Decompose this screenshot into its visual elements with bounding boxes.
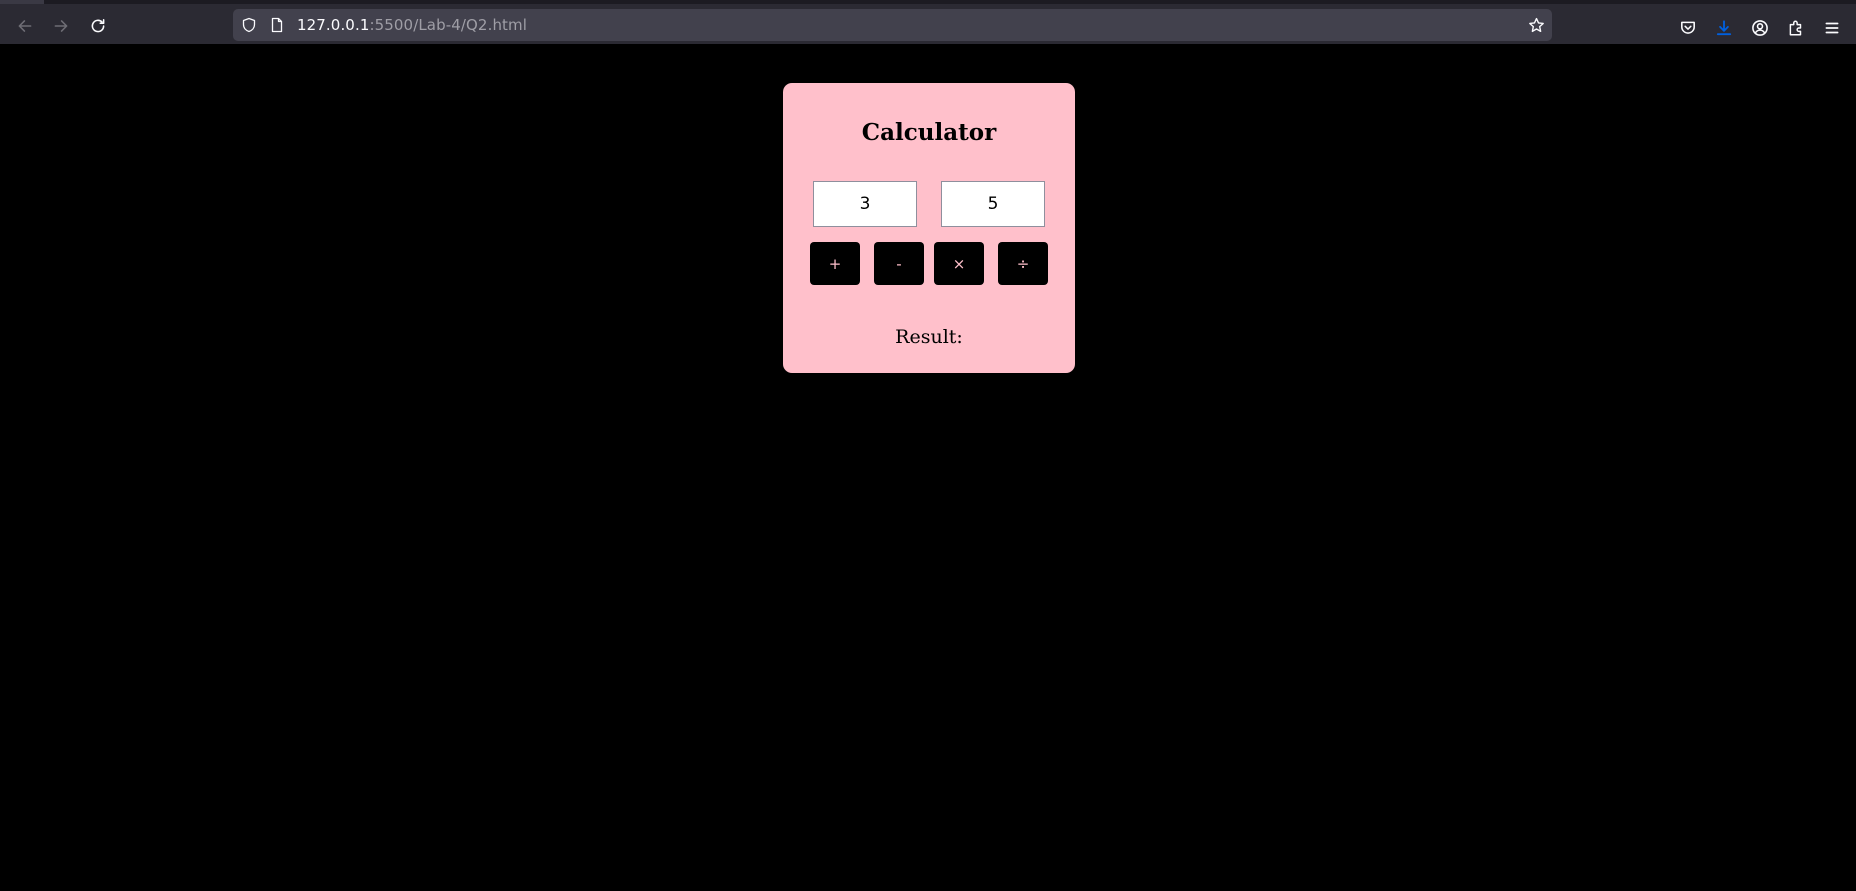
address-bar[interactable]: 127.0.0.1:5500/Lab-4/Q2.html	[233, 9, 1552, 41]
pocket-button[interactable]	[1672, 12, 1704, 44]
url-path: :5500/Lab-4/Q2.html	[369, 16, 528, 34]
arrow-right-icon	[52, 17, 70, 39]
pocket-icon	[1679, 19, 1697, 37]
multiply-button[interactable]: ×	[934, 242, 984, 285]
calculator-title: Calculator	[861, 119, 997, 146]
puzzle-icon	[1787, 19, 1805, 37]
calculator-card: Calculator + - × ÷ Result:	[783, 83, 1075, 373]
bookmark-star-button[interactable]	[1526, 15, 1546, 35]
account-icon	[1751, 19, 1769, 37]
forward-button[interactable]	[45, 12, 77, 44]
result-label: Result:	[895, 326, 963, 348]
back-button[interactable]	[9, 12, 41, 44]
active-tab-indicator	[0, 0, 44, 4]
browser-toolbar: 127.0.0.1:5500/Lab-4/Q2.html	[0, 0, 1856, 44]
app-menu-button[interactable]	[1816, 12, 1848, 44]
shield-icon[interactable]	[239, 15, 259, 35]
tab-strip	[0, 0, 1856, 4]
download-icon	[1715, 19, 1733, 37]
second-number-input[interactable]	[941, 181, 1045, 227]
hamburger-menu-icon	[1823, 19, 1841, 37]
extensions-button[interactable]	[1780, 12, 1812, 44]
divide-button[interactable]: ÷	[998, 242, 1048, 285]
subtract-button[interactable]: -	[874, 242, 924, 285]
first-number-input[interactable]	[813, 181, 917, 227]
reload-icon	[89, 17, 107, 39]
add-button[interactable]: +	[810, 242, 860, 285]
reload-button[interactable]	[82, 12, 114, 44]
account-button[interactable]	[1744, 12, 1776, 44]
arrow-left-icon	[16, 17, 34, 39]
star-icon	[1528, 17, 1545, 34]
page-icon[interactable]	[267, 15, 287, 35]
url-text[interactable]: 127.0.0.1:5500/Lab-4/Q2.html	[297, 16, 527, 34]
downloads-button[interactable]	[1708, 12, 1740, 44]
page-viewport: Calculator + - × ÷ Result:	[0, 44, 1856, 891]
url-host: 127.0.0.1	[297, 16, 370, 34]
